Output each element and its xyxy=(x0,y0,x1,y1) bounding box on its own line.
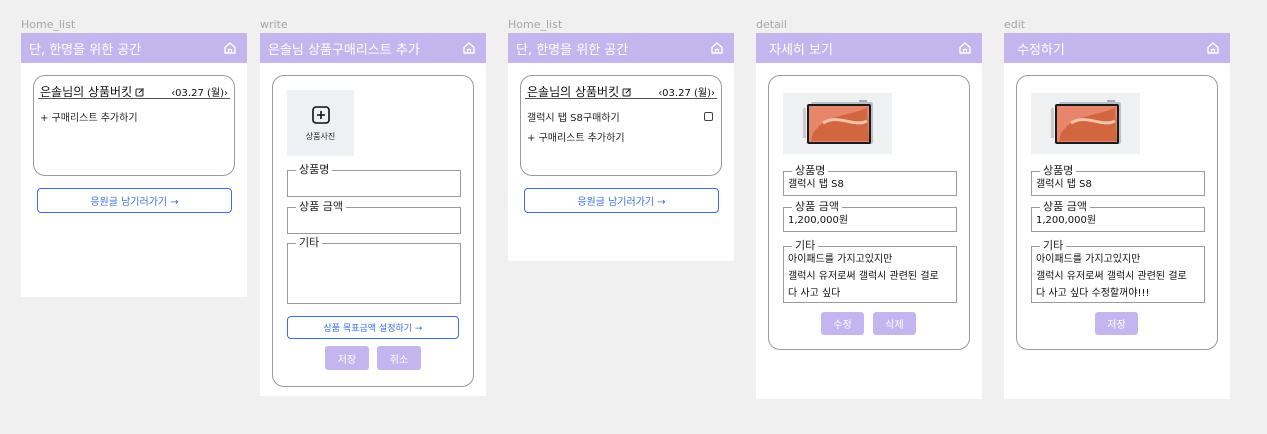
field-value: 갤럭시 유저로써 갤럭시 관련된 걸로 xyxy=(1036,271,1187,282)
field-value: 갤럭시 탭 S8 xyxy=(1036,179,1092,190)
etc-field: 기타 아이패드를 가지고있지만 갤럭시 유저로써 갤럭시 관련된 걸로 다 사고… xyxy=(783,240,957,303)
photo-label: 상품사진 xyxy=(305,131,336,141)
header-title: 자세히 보기 xyxy=(769,42,833,58)
cancel-button[interactable]: 취소 xyxy=(377,346,421,370)
save-button[interactable]: 저장 xyxy=(325,346,369,370)
bucket-card: 은솔님의 상품버킷 ‹03.27 (월)› + 구매리스트 추가하기 xyxy=(33,75,235,176)
divider xyxy=(38,98,230,99)
cheer-button[interactable]: 응원글 남기러가기 → xyxy=(524,188,719,213)
write-frame: 은솔님 상품구매리스트 추가 상품사진 상품명 상품 금액 기타 상품 목표금액… xyxy=(260,33,486,396)
app-header: 단, 한명을 위한 공간 xyxy=(508,33,734,63)
field-value: 아이패드를 가지고있지만 xyxy=(788,254,893,265)
header-title: 수정하기 xyxy=(1017,42,1065,58)
goal-price-button[interactable]: 상품 목표금액 설정하기 → xyxy=(287,316,459,339)
frame-label-write: write xyxy=(260,18,288,31)
field-value: 다 사고 싶다 xyxy=(788,288,841,299)
edit-pencil-icon[interactable] xyxy=(622,87,632,97)
field-label: 상품명 xyxy=(296,164,333,176)
field-value: 1,200,000원 xyxy=(788,215,849,226)
product-name-field: 상품명 갤럭시 탭 S8 xyxy=(783,165,957,196)
divider xyxy=(525,98,717,99)
frame-label-detail: detail xyxy=(756,18,787,31)
delete-button[interactable]: 삭제 xyxy=(873,312,916,335)
etc-field[interactable]: 기타 xyxy=(287,237,461,304)
home-icon[interactable] xyxy=(222,41,237,56)
detail-frame: 자세히 보기 상품명 갤럭시 탭 S8 상품 금액 1,200,000원 기타 … xyxy=(756,33,982,399)
detail-card: 상품명 갤럭시 탭 S8 상품 금액 1,200,000원 기타 아이패드를 가… xyxy=(768,75,970,350)
field-value: 갤럭시 탭 S8 xyxy=(788,179,844,190)
edit-pencil-icon[interactable] xyxy=(135,87,145,97)
product-name-field[interactable]: 상품명 xyxy=(287,164,461,197)
frame-label-home-list: Home_list xyxy=(508,18,563,31)
field-value: 다 사고 싶다 수정할꺼야!!! xyxy=(1036,288,1150,299)
photo-upload[interactable]: 상품사진 xyxy=(287,90,354,156)
edit-card: 상품명 갤럭시 탭 S8 상품 금액 1,200,000원 기타 아이패드를 가… xyxy=(1016,75,1218,350)
product-name-field[interactable]: 상품명 갤럭시 탭 S8 xyxy=(1031,165,1205,196)
list-item[interactable]: 갤럭시 탭 S8구매하기 xyxy=(527,109,620,124)
edit-frame: 수정하기 상품명 갤럭시 탭 S8 상품 금액 1,200,000원 기타 아이… xyxy=(1004,33,1230,399)
app-header: 자세히 보기 xyxy=(756,33,982,63)
save-button[interactable]: 저장 xyxy=(1095,312,1138,335)
home-list-frame: 단, 한명을 위한 공간 은솔님의 상품버킷 ‹03.27 (월)› 갤럭시 탭… xyxy=(508,33,734,261)
frame-label-home-list: Home_list xyxy=(21,18,76,31)
home-icon[interactable] xyxy=(709,41,724,56)
frame-label-edit: edit xyxy=(1004,18,1026,31)
product-image xyxy=(783,93,892,154)
home-icon[interactable] xyxy=(461,41,476,56)
header-title: 단, 한명을 위한 공간 xyxy=(29,42,142,58)
home-icon[interactable] xyxy=(1205,41,1220,56)
price-field[interactable]: 상품 금액 xyxy=(287,201,461,234)
app-header: 수정하기 xyxy=(1004,33,1230,63)
product-image xyxy=(1031,93,1140,154)
app-header: 은솔님 상품구매리스트 추가 xyxy=(260,33,486,63)
plus-square-icon xyxy=(311,105,330,124)
date-selector[interactable]: ‹03.27 (월)› xyxy=(658,84,715,99)
app-header: 단, 한명을 위한 공간 xyxy=(21,33,247,63)
field-label: 상품 금액 xyxy=(296,201,346,213)
date-selector[interactable]: ‹03.27 (월)› xyxy=(171,84,228,99)
header-title: 단, 한명을 위한 공간 xyxy=(516,42,629,58)
field-label: 기타 xyxy=(296,237,323,249)
add-list-item[interactable]: + 구매리스트 추가하기 xyxy=(40,109,138,124)
field-value: 갤럭시 유저로써 갤럭시 관련된 걸로 xyxy=(788,271,939,282)
edit-button[interactable]: 수정 xyxy=(821,312,864,335)
home-list-frame: 단, 한명을 위한 공간 은솔님의 상품버킷 ‹03.27 (월)› + 구매리… xyxy=(21,33,247,297)
etc-field[interactable]: 기타 아이패드를 가지고있지만 갤럭시 유저로써 갤럭시 관련된 걸로 다 사고… xyxy=(1031,240,1205,303)
field-value: 1,200,000원 xyxy=(1036,215,1097,226)
add-list-item[interactable]: + 구매리스트 추가하기 xyxy=(527,129,625,144)
bucket-card: 은솔님의 상품버킷 ‹03.27 (월)› 갤럭시 탭 S8구매하기 + 구매리… xyxy=(520,75,722,176)
cheer-button[interactable]: 응원글 남기러가기 → xyxy=(37,188,232,213)
checkbox-icon[interactable] xyxy=(704,112,713,121)
price-field[interactable]: 상품 금액 1,200,000원 xyxy=(1031,201,1205,232)
header-title: 은솔님 상품구매리스트 추가 xyxy=(268,42,420,58)
price-field: 상품 금액 1,200,000원 xyxy=(783,201,957,232)
home-icon[interactable] xyxy=(957,41,972,56)
write-card: 상품사진 상품명 상품 금액 기타 상품 목표금액 설정하기 → 저장 취소 xyxy=(272,75,474,387)
field-value: 아이패드를 가지고있지만 xyxy=(1036,254,1141,265)
